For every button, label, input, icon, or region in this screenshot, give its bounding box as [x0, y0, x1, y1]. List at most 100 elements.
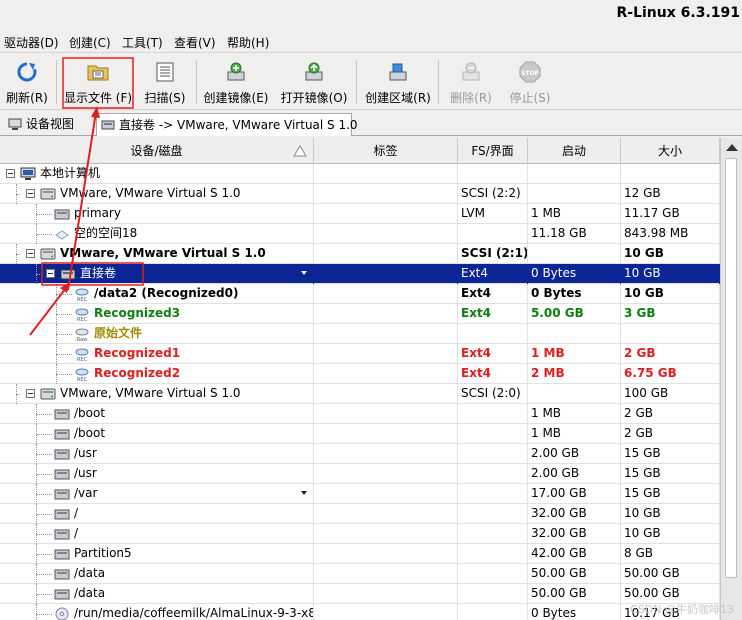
tree-connector — [36, 524, 37, 544]
tree-connector — [36, 574, 52, 575]
cell-size: 12 GB — [621, 184, 720, 204]
table-row[interactable]: / 32.00 GB 10 GB — [0, 504, 720, 524]
cell-size: 10 GB — [621, 504, 720, 524]
table-row[interactable]: 本地计算机 — [0, 164, 720, 184]
collapse-toggle-icon[interactable] — [26, 249, 35, 258]
cell-start — [528, 384, 621, 404]
cell-fs: SCSI (2:2) — [458, 184, 528, 204]
refresh-icon — [17, 62, 37, 82]
table-row[interactable]: /data 50.00 GB 50.00 GB — [0, 584, 720, 604]
tree-connector — [36, 604, 37, 620]
menu-tools[interactable]: 工具(T) — [122, 34, 163, 51]
menu-create[interactable]: 创建(C) — [69, 34, 111, 51]
table-row[interactable]: VMware, VMware Virtual S 1.0 SCSI (2:1) 10… — [0, 244, 720, 264]
create-region-icon — [389, 63, 407, 81]
tab-direct-volume[interactable]: 直接卷 -> VMware, VMware Virtual S 1.0 — [96, 113, 358, 136]
cell-label — [314, 344, 458, 364]
cell-fs — [458, 564, 528, 584]
cell-device-name: REC/data2 (Recognized0) — [0, 284, 314, 304]
col-fs[interactable]: FS/界面 — [458, 138, 528, 164]
refresh-button[interactable]: 刷新(R) — [2, 56, 52, 108]
table-row[interactable]: /boot 1 MB 2 GB — [0, 404, 720, 424]
device-name: Recognized2 — [94, 366, 181, 380]
scroll-thumb[interactable] — [725, 158, 737, 578]
open-image-button[interactable]: 打开镜像(O) — [276, 56, 352, 108]
table-row[interactable]: REC Recognized2 Ext4 2 MB 6.75 GB — [0, 364, 720, 384]
cell-device-name: 本地计算机 — [0, 164, 314, 184]
tree-connector — [16, 244, 17, 264]
table-row[interactable]: /usr 2.00 GB 15 GB — [0, 464, 720, 484]
device-view-icon — [8, 118, 22, 130]
collapse-toggle-icon[interactable] — [26, 189, 35, 198]
table-row[interactable]: /run/media/coffeemilk/AlmaLinux-9-3-x8… 0… — [0, 604, 720, 620]
collapse-toggle-icon[interactable] — [46, 269, 55, 278]
stop-button[interactable]: STOP 停止(S) — [504, 56, 556, 108]
table-row[interactable]: VMware, VMware Virtual S 1.0 SCSI (2:2) 12… — [0, 184, 720, 204]
cell-fs — [458, 504, 528, 524]
tab-direct-volume-label: 直接卷 -> VMware, VMware Virtual S 1.0 — [119, 118, 358, 132]
cell-size: 2 GB — [621, 424, 720, 444]
cell-start: 2 MB — [528, 364, 621, 384]
menu-view[interactable]: 查看(V) — [174, 34, 216, 51]
cell-label — [314, 224, 458, 244]
create-image-button[interactable]: 创建镜像(E) — [200, 56, 272, 108]
table-row[interactable]: Partition5 42.00 GB 8 GB — [0, 544, 720, 564]
col-start[interactable]: 启动 — [528, 138, 621, 164]
scan-icon — [156, 62, 174, 82]
table-row[interactable]: / 32.00 GB 10 GB — [0, 524, 720, 544]
device-name: /data2 (Recognized0) — [94, 286, 239, 300]
partition-icon — [54, 509, 70, 520]
svg-text:REC: REC — [77, 377, 88, 382]
menu-drive[interactable]: 驱动器(D) — [4, 34, 59, 51]
col-label[interactable]: 标签 — [314, 138, 458, 164]
table-row[interactable]: REC/data2 (Recognized0) Ext4 0 Bytes 10 GB — [0, 284, 720, 304]
cell-start: 42.00 GB — [528, 544, 621, 564]
col-device-disk[interactable]: 设备/磁盘 — [0, 138, 314, 164]
table-row[interactable]: REC Recognized3 Ext4 5.00 GB 3 GB — [0, 304, 720, 324]
create-region-button[interactable]: 创建区域(R) — [362, 56, 434, 108]
cell-size: 10 GB — [621, 524, 720, 544]
cell-start: 5.00 GB — [528, 304, 621, 324]
window-title: R-Linux 6.3.191 — [616, 5, 741, 21]
table-row[interactable]: Raw 原始文件 — [0, 324, 720, 344]
cell-size — [621, 164, 720, 184]
col-size[interactable]: 大小 — [621, 138, 720, 164]
stop-icon: STOP — [519, 61, 541, 83]
table-header: 设备/磁盘 标签 FS/界面 启动 大小 — [0, 138, 720, 164]
tree-connector — [36, 554, 52, 555]
collapse-toggle-icon[interactable] — [26, 389, 35, 398]
device-name: 空的空间18 — [74, 226, 138, 240]
table-row[interactable]: /boot 1 MB 2 GB — [0, 424, 720, 444]
table-row[interactable]: /data 50.00 GB 50.00 GB — [0, 564, 720, 584]
cell-label — [314, 584, 458, 604]
collapse-toggle-icon[interactable] — [6, 169, 15, 178]
partition-icon — [54, 549, 70, 560]
scroll-up-arrow-icon[interactable] — [726, 144, 738, 151]
cell-fs — [458, 444, 528, 464]
scan-button[interactable]: 扫描(S) — [138, 56, 192, 108]
table-row[interactable]: REC Recognized1 Ext4 1 MB 2 GB — [0, 344, 720, 364]
table-row[interactable]: 空的空间18 11.18 GB 843.98 MB — [0, 224, 720, 244]
tree-connector — [36, 484, 37, 504]
tree-connector — [36, 614, 52, 615]
dropdown-arrow-icon[interactable] — [301, 271, 307, 275]
svg-text:REC: REC — [77, 297, 88, 302]
dropdown-arrow-icon[interactable] — [301, 491, 307, 495]
table-row[interactable]: /var 17.00 GB 15 GB — [0, 484, 720, 504]
show-files-button[interactable]: 显示文件 (F) — [62, 56, 134, 108]
table-row[interactable]: 直接卷 Ext4 0 Bytes 10 GB — [0, 264, 720, 284]
vertical-scrollbar[interactable] — [720, 138, 742, 620]
table-row[interactable]: primary LVM 1 MB 11.17 GB — [0, 204, 720, 224]
cell-start: 32.00 GB — [528, 504, 621, 524]
cell-size: 2 GB — [621, 404, 720, 424]
cell-device-name: REC Recognized1 — [0, 344, 314, 364]
tab-device-view[interactable]: 设备视图 — [4, 113, 88, 136]
cell-size: 8 GB — [621, 544, 720, 564]
tree-connector — [36, 464, 37, 484]
device-name: 原始文件 — [94, 326, 143, 340]
table-row[interactable]: VMware, VMware Virtual S 1.0 SCSI (2:0) 10… — [0, 384, 720, 404]
cell-start: 32.00 GB — [528, 524, 621, 544]
delete-button[interactable]: 删除(R) — [444, 56, 498, 108]
table-row[interactable]: /usr 2.00 GB 15 GB — [0, 444, 720, 464]
menu-help[interactable]: 帮助(H) — [227, 34, 269, 51]
